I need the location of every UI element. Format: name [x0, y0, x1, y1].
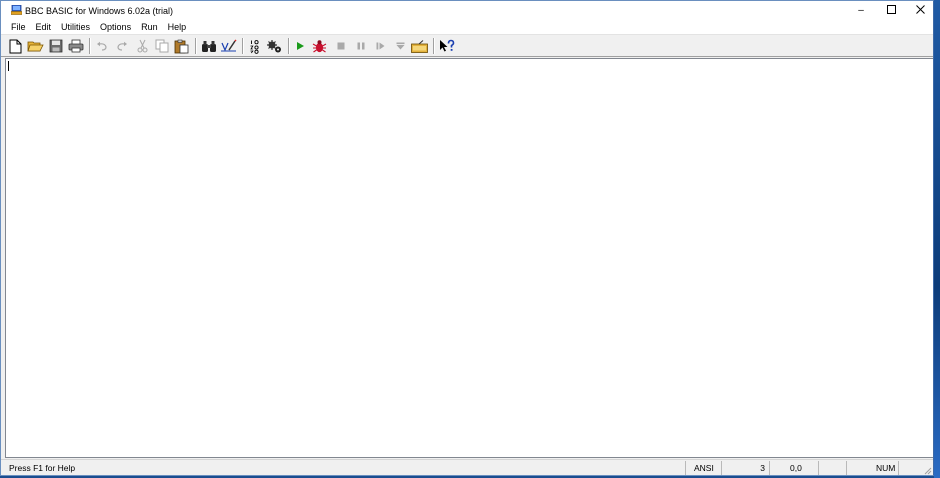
- replace-icon: [220, 39, 237, 53]
- open-button[interactable]: [27, 38, 44, 54]
- resize-grip-icon[interactable]: [922, 465, 932, 475]
- replace-button[interactable]: [220, 38, 237, 54]
- status-help-text: Press F1 for Help: [9, 463, 76, 473]
- title-bar[interactable]: BBC BASIC for Windows 6.02a (trial) –: [1, 1, 933, 20]
- debug-bug-icon: [312, 39, 327, 54]
- compile-button[interactable]: [266, 38, 283, 54]
- status-encoding: ANSI: [694, 463, 714, 473]
- print-icon: [68, 39, 84, 53]
- save-button[interactable]: [47, 38, 64, 54]
- step-line-icon: [396, 42, 405, 50]
- status-divider: [846, 461, 847, 475]
- code-editor[interactable]: [5, 58, 933, 458]
- window-title: BBC BASIC for Windows 6.02a (trial): [25, 6, 174, 16]
- find-button[interactable]: [200, 38, 217, 54]
- run-button[interactable]: [292, 38, 309, 54]
- debug-button[interactable]: [311, 38, 328, 54]
- undo-button[interactable]: [94, 38, 111, 54]
- open-folder-icon: [27, 39, 44, 53]
- cut-button[interactable]: [134, 38, 151, 54]
- new-file-icon: [9, 39, 22, 54]
- step-icon: [376, 42, 385, 50]
- menu-utilities[interactable]: Utilities: [56, 20, 95, 34]
- menu-run[interactable]: Run: [136, 20, 163, 34]
- paste-button[interactable]: [173, 38, 190, 54]
- immediate-mode-button[interactable]: [411, 38, 428, 54]
- pause-icon: [357, 42, 365, 50]
- new-file-button[interactable]: [7, 38, 24, 54]
- status-line-count: 3: [760, 463, 765, 473]
- minimize-button[interactable]: –: [846, 1, 876, 20]
- status-divider: [721, 461, 722, 475]
- pause-button[interactable]: [352, 38, 369, 54]
- stop-button[interactable]: [332, 38, 349, 54]
- text-caret: [8, 61, 9, 71]
- close-button[interactable]: [905, 1, 933, 20]
- print-button[interactable]: [67, 38, 84, 54]
- toolbar-separator: [242, 38, 244, 54]
- toolbar-separator: [195, 38, 197, 54]
- renumber-button[interactable]: [246, 38, 263, 54]
- status-bar: Press F1 for Help ANSI 3 0,0 NUM: [1, 459, 933, 475]
- toolbar-separator: [89, 38, 91, 54]
- run-icon: [296, 41, 305, 51]
- paste-icon: [174, 39, 189, 54]
- menu-file[interactable]: File: [6, 20, 31, 34]
- maximize-button[interactable]: [876, 1, 906, 20]
- menu-bar: File Edit Utilities Options Run Help: [1, 20, 933, 34]
- redo-button[interactable]: [113, 38, 130, 54]
- undo-icon: [96, 41, 109, 52]
- menu-options[interactable]: Options: [95, 20, 136, 34]
- menu-edit[interactable]: Edit: [31, 20, 57, 34]
- status-divider: [898, 461, 899, 475]
- find-binoculars-icon: [201, 40, 217, 53]
- renumber-icon: [249, 39, 261, 54]
- status-cursor-position: 0,0: [790, 463, 802, 473]
- minimize-icon: –: [858, 5, 864, 16]
- context-help-button[interactable]: [438, 38, 455, 54]
- status-divider: [769, 461, 770, 475]
- copy-button[interactable]: [153, 38, 170, 54]
- close-icon: [915, 5, 925, 16]
- save-icon: [49, 39, 63, 53]
- compile-gears-icon: [266, 39, 283, 54]
- context-help-icon: [439, 39, 455, 53]
- main-window: BBC BASIC for Windows 6.02a (trial) – Fi…: [0, 0, 934, 476]
- desktop-background: [934, 0, 940, 478]
- toolbar-separator: [288, 38, 290, 54]
- step-button[interactable]: [372, 38, 389, 54]
- redo-icon: [115, 41, 128, 52]
- bbc-basic-app-icon: [10, 4, 23, 15]
- toolbar: [1, 34, 933, 57]
- status-divider: [818, 461, 819, 475]
- copy-icon: [155, 39, 169, 53]
- cut-icon: [137, 39, 148, 53]
- maximize-icon: [886, 5, 896, 16]
- step-line-button[interactable]: [392, 38, 409, 54]
- menu-help[interactable]: Help: [163, 20, 192, 34]
- toolbar-separator: [433, 38, 435, 54]
- stop-icon: [337, 42, 345, 50]
- immediate-mode-icon: [411, 39, 428, 53]
- status-divider: [685, 461, 686, 475]
